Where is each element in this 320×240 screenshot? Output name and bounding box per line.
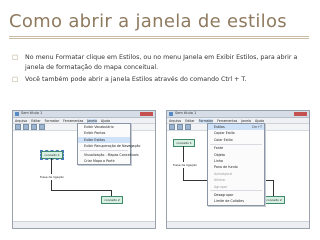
menu-item[interactable]: Ferramentas [217,119,237,123]
window-controls-icon[interactable] [294,112,307,116]
screenshot-janela-menu: Sem título 1 Arquivo Editar Formatar Fer… [12,110,156,229]
bullet-item: □ No menu Formatar clique em Estilos, ou… [12,53,310,72]
window-title: Sem título 1 [175,111,197,115]
title-rule-2 [9,38,309,39]
slide-title: Como abrir a janela de estilos [9,11,287,32]
menu-item[interactable]: Janela [87,118,97,123]
slide: Como abrir a janela de estilos □ No menu… [0,0,320,240]
bullet-icon: □ [12,75,19,83]
link-line [183,146,184,162]
link-line [51,180,52,190]
toolbar-icon[interactable] [31,124,37,130]
menu-option[interactable]: Criar Mapa a Partir [78,158,130,164]
concept-node[interactable]: conceito 1 [40,150,64,160]
menu-item[interactable]: Editar [31,119,40,123]
title-rule [9,36,309,37]
menu-item[interactable]: Ferramentas [63,119,83,123]
window-title: Sem título 1 [21,111,43,115]
window-titlebar: Sem título 1 [167,111,309,118]
shortcut-label: Cm+T [251,125,262,129]
app-icon [169,112,173,116]
menu-option[interactable]: Colar Estilo [208,137,264,143]
bullet-icon: □ [12,53,19,61]
link-label[interactable]: frase de ligação [173,163,197,167]
app-icon [15,112,19,116]
concept-node[interactable]: conceito 1 [173,139,195,147]
toolbar-icon[interactable] [15,124,21,130]
menu-option-disabled: Agrupar [214,184,228,189]
concept-node[interactable]: conceito 2 [101,196,123,204]
bullet-text: Você também pode abrir a janela Estilos … [25,76,247,83]
menu-item[interactable]: Arquivo [169,119,181,123]
menu-item[interactable]: Editar [185,119,194,123]
toolbar-icon[interactable] [185,124,191,130]
menu-option[interactable]: Visualização - Mapas Conceituais [78,152,139,158]
formatar-dropdown-menu: Estilos Cm+T Copiar Estilo Colar Estilo … [207,123,265,206]
toolbar-icon[interactable] [23,124,29,130]
link-line [51,158,52,174]
toolbar-icon[interactable] [169,124,175,130]
menu-option[interactable]: Limite de Colisões [208,198,264,204]
menu-item[interactable]: Janela [241,119,251,123]
menu-option[interactable]: Exibir Recuperação de Navegação [78,143,140,149]
link-label[interactable]: frase de ligação [40,175,64,179]
toolbar-icon[interactable] [177,124,183,130]
menu-option-label: Estilos [214,125,225,129]
janela-dropdown-menu: Exibir Vocabulário Exibir Pontos Exibir … [77,123,140,166]
toolbar-icon[interactable] [39,124,45,130]
menu-item[interactable]: Formatar [45,119,60,123]
bullet-item: □ Você também pode abrir a janela Estilo… [12,75,310,85]
bullet-list: □ No menu Formatar clique em Estilos, ou… [12,53,310,88]
menu-item[interactable]: Ajuda [101,119,110,123]
menu-item[interactable]: Ajuda [255,119,264,123]
status-bar [13,221,155,228]
link-line [273,180,274,196]
screenshot-formatar-menu: Sem título 1 Arquivo Editar Formatar Fer… [166,110,310,229]
concept-node[interactable]: conceito 2 [263,196,285,204]
link-line [183,168,184,180]
window-titlebar: Sem título 1 [13,111,155,118]
status-bar [167,221,309,228]
bullet-text: No menu Formatar clique em Estilos, ou n… [25,54,298,71]
window-controls-icon[interactable] [140,112,153,116]
menu-item[interactable]: Formatar [198,118,214,123]
menu-item[interactable]: Arquivo [15,119,27,123]
link-line [51,190,111,191]
